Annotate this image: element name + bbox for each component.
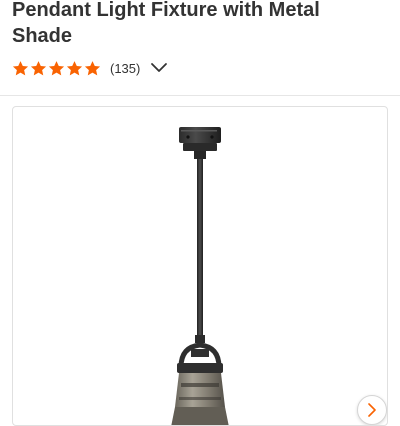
star-icon	[30, 60, 47, 75]
product-image-gallery[interactable]	[12, 106, 388, 426]
product-title: Pendant Light Fixture with Metal Shade	[12, 0, 392, 49]
review-count[interactable]: (135)	[110, 61, 140, 76]
chevron-right-icon	[368, 403, 376, 417]
product-image	[171, 127, 229, 425]
chevron-down-icon[interactable]	[150, 62, 168, 74]
section-divider	[0, 95, 400, 96]
star-icon	[48, 60, 65, 75]
star-icon	[12, 60, 29, 75]
product-title-line-1: Pendant Light Fixture with Metal	[12, 0, 320, 21]
star-icon	[66, 60, 83, 75]
star-icon	[84, 60, 101, 75]
product-title-line-2: Shade	[12, 25, 73, 47]
rating-summary[interactable]: (135)	[12, 58, 168, 78]
star-rating	[12, 60, 102, 77]
